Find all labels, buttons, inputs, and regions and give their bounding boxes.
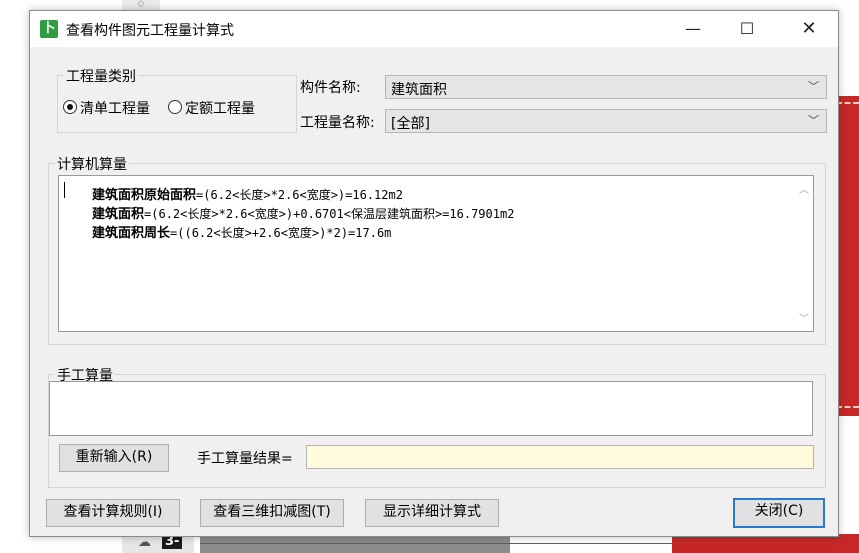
- scroll-down-icon[interactable]: ﹀: [799, 310, 809, 325]
- component-name-value: 建筑面积: [391, 82, 447, 98]
- quantity-type-legend: 工程量类别: [64, 66, 138, 86]
- show-detail-formula-button[interactable]: 显示详细计算式: [365, 499, 499, 527]
- quantity-formula-dialog: 卜 查看构件图元工程量计算式 — ☐ ✕ 工程量类别 清单工程量 定额工程量 构…: [29, 10, 839, 537]
- radio-label: 定额工程量: [185, 101, 255, 117]
- quantity-name-value: [全部]: [391, 116, 430, 132]
- manual-result-input[interactable]: [306, 445, 814, 469]
- maximize-button[interactable]: ☐: [724, 11, 770, 47]
- title-bar[interactable]: 卜 查看构件图元工程量计算式 — ☐ ✕: [30, 11, 838, 47]
- view-rules-button[interactable]: 查看计算规则(I): [46, 499, 180, 527]
- manual-calc-group: 手工算量 重新输入(R) 手工算量结果=: [48, 365, 826, 488]
- computer-calc-legend: 计算机算量: [55, 154, 129, 174]
- chevron-down-icon: ﹀: [808, 80, 819, 93]
- calc-line: 建筑面积原始面积=(6.2<长度>*2.6<宽度>)=16.12m2: [92, 188, 403, 203]
- scroll-up-icon[interactable]: ︿: [799, 181, 809, 196]
- component-name-select[interactable]: 建筑面积 ﹀: [385, 75, 827, 99]
- computer-calc-textarea[interactable]: 建筑面积原始面积=(6.2<长度>*2.6<宽度>)=16.12m2 建筑面积=…: [58, 175, 814, 332]
- chevron-down-icon: ﹀: [808, 114, 819, 127]
- view-3d-deduction-button[interactable]: 查看三维扣减图(T): [200, 499, 344, 527]
- vertical-scrollbar[interactable]: ︿ ﹀: [796, 176, 813, 331]
- radio-bill-quantity[interactable]: 清单工程量: [63, 98, 150, 118]
- radio-quota-quantity[interactable]: 定额工程量: [168, 98, 255, 118]
- close-window-button[interactable]: ✕: [786, 11, 832, 47]
- close-button[interactable]: 关闭(C): [733, 498, 825, 528]
- radio-selected-icon: [63, 100, 77, 114]
- reenter-button[interactable]: 重新输入(R): [59, 444, 169, 472]
- quantity-name-select[interactable]: [全部] ﹀: [385, 109, 827, 133]
- window-title: 查看构件图元工程量计算式: [66, 23, 234, 39]
- manual-calc-textarea[interactable]: [49, 381, 813, 436]
- radio-unselected-icon: [168, 100, 182, 114]
- minimize-button[interactable]: —: [670, 11, 716, 47]
- manual-result-label: 手工算量结果=: [197, 451, 293, 467]
- component-name-label: 构件名称:: [300, 80, 361, 96]
- computer-calc-group: 计算机算量 建筑面积原始面积=(6.2<长度>*2.6<宽度>)=16.12m2…: [48, 154, 826, 345]
- radio-label: 清单工程量: [80, 101, 150, 117]
- calc-line: 建筑面积=(6.2<长度>*2.6<宽度>)+0.6701<保温层建筑面积>=1…: [92, 207, 515, 222]
- calc-line: 建筑面积周长=((6.2<长度>+2.6<宽度>)*2)=17.6m: [92, 226, 392, 241]
- quantity-type-group: 工程量类别 清单工程量 定额工程量: [57, 66, 297, 133]
- app-icon: 卜: [40, 20, 58, 38]
- text-caret: [64, 182, 65, 198]
- quantity-name-label: 工程量名称:: [300, 115, 375, 131]
- background-canvas-right: [836, 96, 859, 416]
